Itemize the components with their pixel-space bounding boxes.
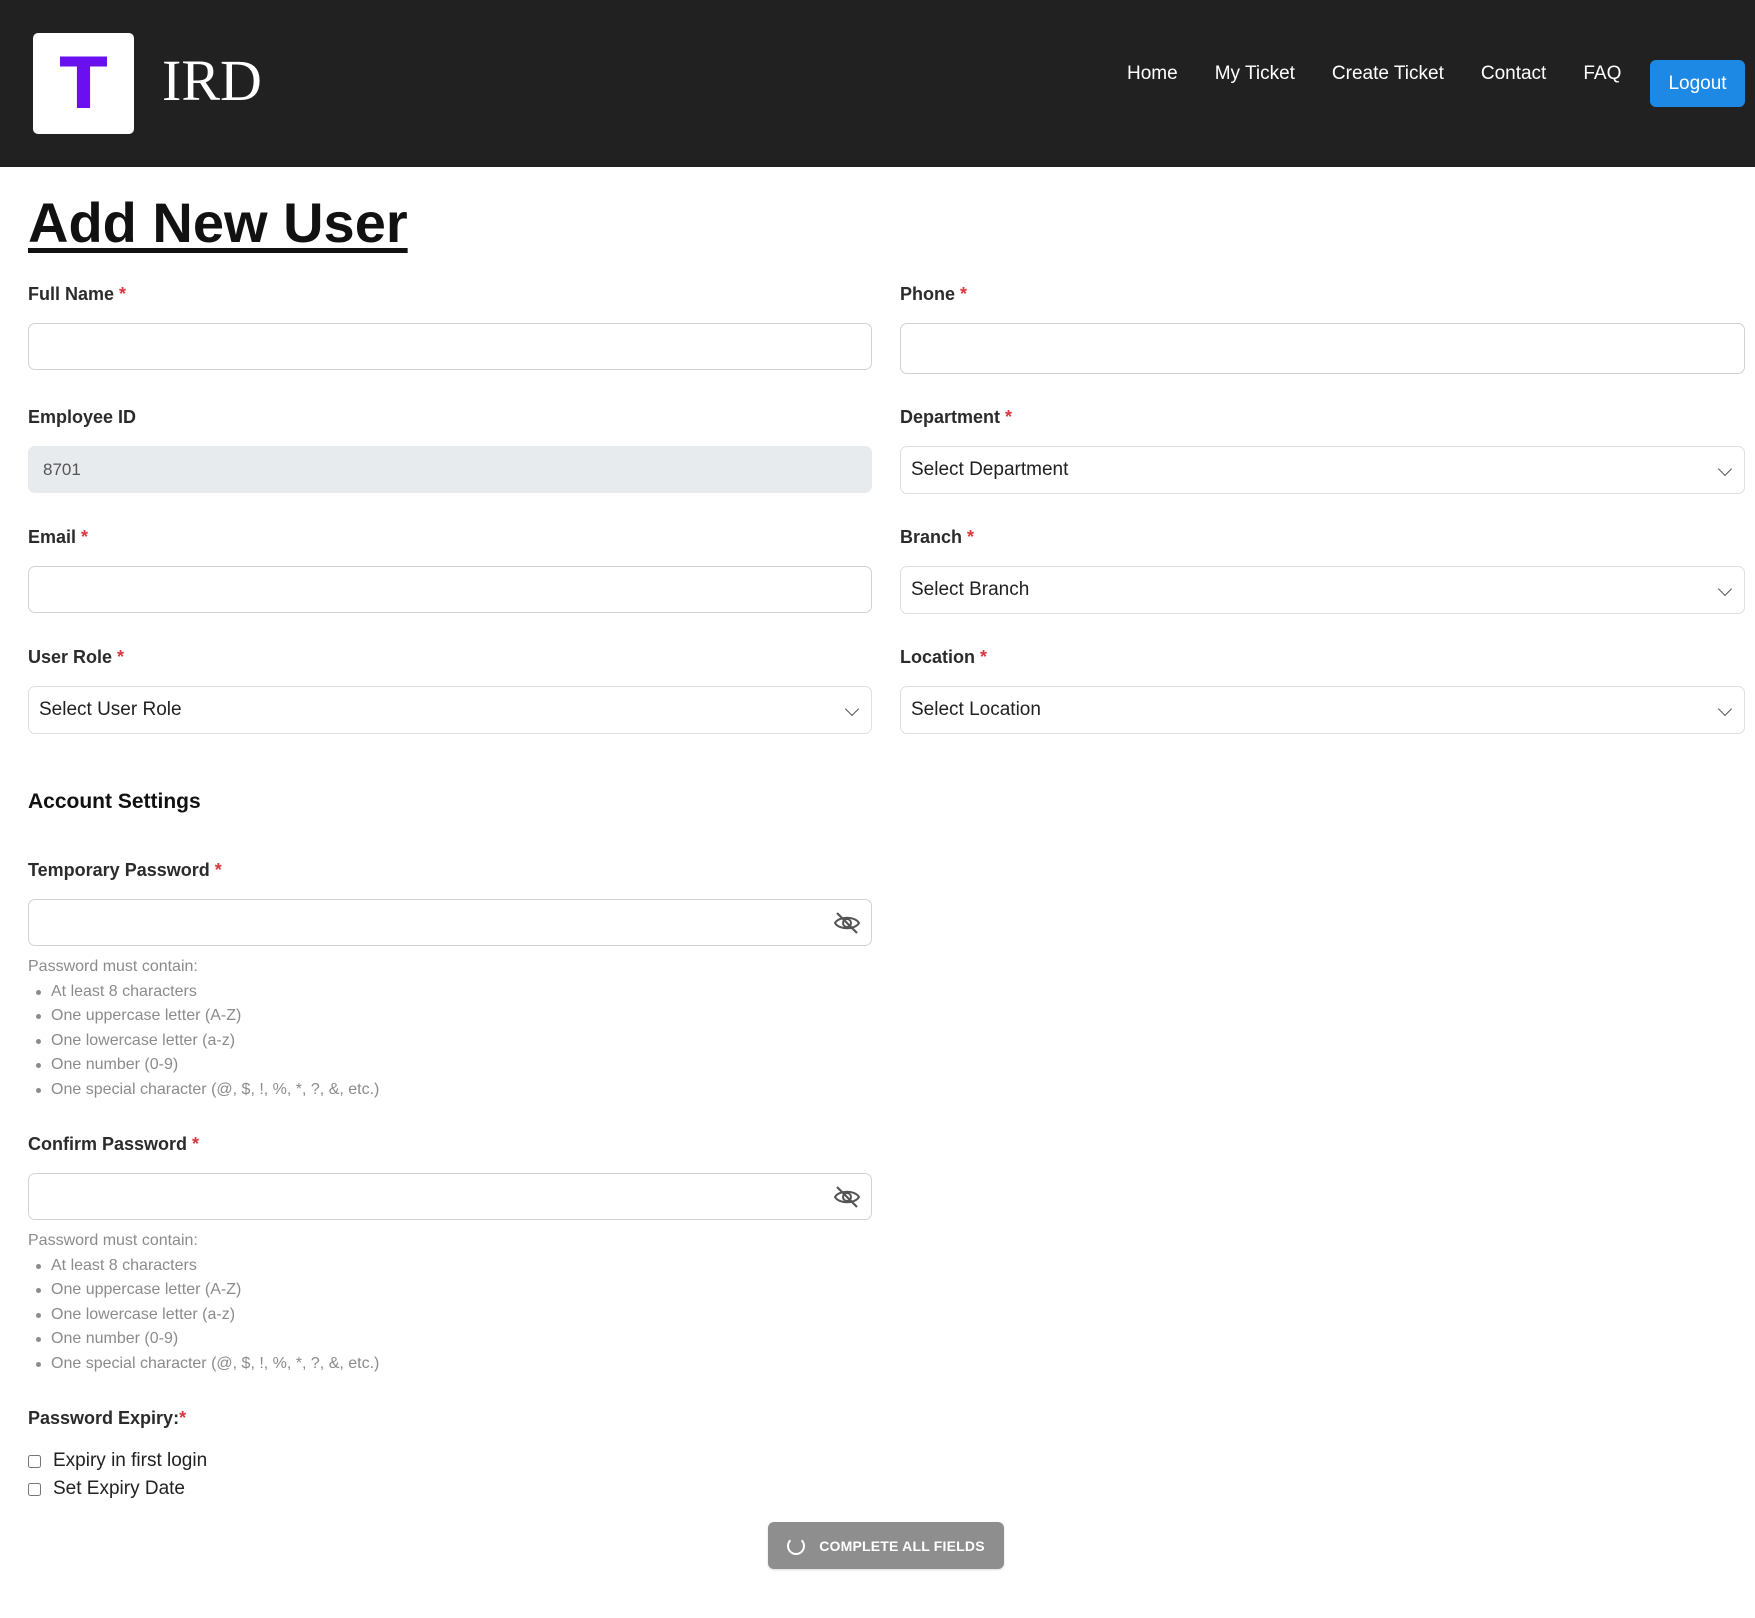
confirm-password-input[interactable] — [29, 1174, 819, 1219]
full-name-label-text: Full Name — [28, 284, 115, 304]
nav-home[interactable]: Home — [1127, 62, 1178, 86]
requirement-item: One uppercase letter (A-Z) — [28, 1004, 379, 1029]
department-label: Department * — [900, 406, 1012, 428]
chevron-down-icon — [1717, 461, 1733, 477]
temp-password-label-text: Temporary Password — [28, 860, 210, 880]
requirement-item: One special character (@, $, !, %, *, ?,… — [28, 1078, 379, 1103]
location-select[interactable]: Select Location — [900, 686, 1745, 734]
temp-password-wrapper — [28, 899, 872, 946]
confirm-password-label-text: Confirm Password — [28, 1134, 188, 1154]
expiry-first-login-label: Expiry in first login — [53, 1450, 208, 1471]
user-role-label: User Role * — [28, 646, 124, 668]
required-asterisk: * — [980, 647, 988, 667]
branch-label-text: Branch — [900, 527, 963, 547]
temp-password-label: Temporary Password * — [28, 859, 222, 881]
required-asterisk: * — [192, 1134, 200, 1154]
chevron-down-icon — [1717, 581, 1733, 597]
account-settings-heading: Account Settings — [28, 790, 201, 813]
set-expiry-date-option[interactable]: Set Expiry Date — [28, 1478, 185, 1500]
employee-id-label-text: Employee ID — [28, 407, 137, 427]
requirement-list: At least 8 characters One uppercase lett… — [28, 1254, 379, 1377]
hint-intro: Password must contain: — [28, 958, 198, 975]
branch-label: Branch * — [900, 526, 974, 548]
submit-button[interactable]: COMPLETE ALL FIELDS — [768, 1522, 1004, 1569]
nav-my-ticket[interactable]: My Ticket — [1215, 62, 1295, 86]
department-selected-value: Select Department — [911, 459, 1069, 480]
submit-button-label: COMPLETE ALL FIELDS — [819, 1537, 985, 1554]
requirement-item: One special character (@, $, !, %, *, ?,… — [28, 1352, 379, 1377]
full-name-label: Full Name * — [28, 283, 126, 305]
hint-intro: Password must contain: — [28, 1232, 198, 1249]
nav-contact[interactable]: Contact — [1481, 62, 1546, 86]
chevron-down-icon — [1717, 701, 1733, 717]
set-expiry-date-checkbox[interactable] — [28, 1482, 41, 1496]
password-expiry-label: Password Expiry:* — [28, 1407, 186, 1429]
location-selected-value: Select Location — [911, 699, 1041, 720]
user-role-select[interactable]: Select User Role — [28, 686, 872, 734]
eye-slash-icon[interactable] — [833, 911, 861, 935]
phone-label: Phone * — [900, 283, 967, 305]
full-name-input[interactable] — [28, 323, 872, 370]
location-label-text: Location — [900, 647, 975, 667]
requirement-item: At least 8 characters — [28, 980, 379, 1005]
location-label: Location * — [900, 646, 987, 668]
top-navbar: T IRD Home My Ticket Create Ticket Conta… — [0, 0, 1755, 167]
confirm-password-wrapper — [28, 1173, 872, 1220]
requirement-list: At least 8 characters One uppercase lett… — [28, 980, 379, 1103]
logo[interactable]: T — [33, 33, 134, 134]
branch-selected-value: Select Branch — [911, 579, 1030, 600]
expiry-first-login-checkbox[interactable] — [28, 1454, 41, 1468]
main-nav: Home My Ticket Create Ticket Contact FAQ — [1127, 62, 1621, 86]
temp-password-input[interactable] — [29, 900, 819, 945]
email-label-text: Email — [28, 527, 77, 547]
required-asterisk: * — [967, 527, 975, 547]
required-asterisk: * — [119, 284, 127, 304]
page-title: Add New User — [28, 191, 408, 254]
eye-slash-icon[interactable] — [833, 1185, 861, 1209]
email-label: Email * — [28, 526, 88, 548]
employee-id-field: 8701 — [28, 446, 872, 493]
required-asterisk: * — [214, 860, 222, 880]
requirement-item: One number (0-9) — [28, 1053, 379, 1078]
requirement-item: One uppercase letter (A-Z) — [28, 1278, 379, 1303]
expiry-first-login-option[interactable]: Expiry in first login — [28, 1450, 207, 1472]
requirement-item: One lowercase letter (a-z) — [28, 1029, 379, 1054]
phone-label-text: Phone — [900, 284, 956, 304]
temp-password-requirements: Password must contain: At least 8 charac… — [28, 955, 379, 1102]
requirement-item: One number (0-9) — [28, 1327, 379, 1352]
required-asterisk: * — [117, 647, 125, 667]
user-role-selected-value: Select User Role — [39, 699, 182, 720]
logout-button[interactable]: Logout — [1650, 60, 1745, 107]
confirm-password-requirements: Password must contain: At least 8 charac… — [28, 1229, 379, 1376]
requirement-item: One lowercase letter (a-z) — [28, 1303, 379, 1328]
set-expiry-date-label: Set Expiry Date — [53, 1478, 185, 1499]
brand-name: IRD — [162, 48, 262, 113]
confirm-password-label: Confirm Password * — [28, 1133, 199, 1155]
email-input[interactable] — [28, 566, 872, 613]
required-asterisk: * — [81, 527, 89, 547]
password-expiry-label-text: Password Expiry: — [28, 1408, 180, 1428]
employee-id-label: Employee ID — [28, 406, 136, 428]
chevron-down-icon — [844, 701, 860, 717]
required-asterisk: * — [960, 284, 968, 304]
department-select[interactable]: Select Department — [900, 446, 1745, 494]
required-asterisk: * — [179, 1408, 187, 1428]
logo-letter: T — [59, 42, 108, 125]
department-label-text: Department — [900, 407, 1001, 427]
branch-select[interactable]: Select Branch — [900, 566, 1745, 614]
user-role-label-text: User Role — [28, 647, 113, 667]
nav-create-ticket[interactable]: Create Ticket — [1332, 62, 1444, 86]
spinner-icon — [787, 1536, 806, 1555]
required-asterisk: * — [1005, 407, 1013, 427]
phone-input[interactable] — [900, 323, 1745, 374]
requirement-item: At least 8 characters — [28, 1254, 379, 1279]
nav-faq[interactable]: FAQ — [1583, 62, 1621, 86]
